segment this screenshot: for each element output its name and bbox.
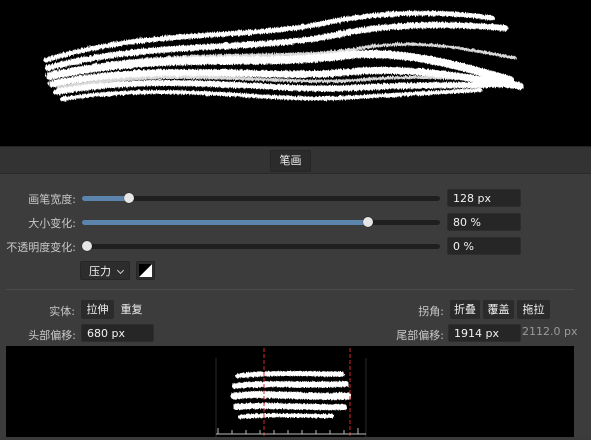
pressure-curve-icon: [139, 264, 152, 277]
body-repeat-button[interactable]: 重复: [116, 300, 147, 319]
width-slider-handle[interactable]: [124, 193, 134, 203]
section-divider: [6, 289, 574, 290]
tail-offset-label: 尾部偏移:: [396, 329, 444, 342]
body-label: 实体:: [49, 305, 75, 318]
controller-dropdown[interactable]: 压力: [80, 261, 130, 280]
tab-bar: 笔画: [0, 147, 591, 174]
tab-stroke[interactable]: 笔画: [270, 150, 311, 172]
body-stretch-button[interactable]: 拉伸: [81, 300, 114, 319]
brush-stroke-preview: [0, 0, 591, 147]
stroke-texture-editor-graphic: [215, 348, 367, 437]
pressure-curve-button[interactable]: [136, 261, 155, 280]
opacity-variance-field[interactable]: 0 %: [447, 237, 521, 255]
texture-ruler: [216, 428, 366, 435]
opacity-variance-slider-handle[interactable]: [82, 241, 92, 251]
brush-stroke-preview-graphic: [43, 10, 524, 101]
controller-dropdown-value: 压力: [89, 265, 111, 278]
head-offset-label: 头部偏移:: [28, 329, 76, 342]
corners-drag-button[interactable]: 拖拉: [517, 300, 550, 319]
stroke-texture-editor: [6, 346, 574, 437]
size-variance-slider-fill: [82, 220, 368, 225]
width-slider-fill: [82, 196, 129, 201]
size-variance-slider-handle[interactable]: [363, 217, 373, 227]
stroke-texture: [230, 371, 352, 419]
corners-fold-button[interactable]: 折叠: [450, 300, 480, 319]
opacity-variance-slider[interactable]: [82, 241, 440, 251]
width-label: 画笔宽度:: [28, 193, 76, 206]
chevron-down-icon: [116, 266, 125, 275]
corners-label: 拐角:: [418, 305, 444, 318]
tail-offset-field[interactable]: 1914 px: [448, 324, 521, 342]
size-variance-slider[interactable]: [82, 217, 440, 227]
opacity-variance-label: 不透明度变化:: [6, 241, 76, 254]
size-variance-field[interactable]: 80 %: [447, 213, 521, 231]
head-offset-field[interactable]: 680 px: [81, 324, 154, 342]
width-slider[interactable]: [82, 193, 440, 203]
size-variance-label: 大小变化:: [28, 217, 76, 230]
width-field[interactable]: 128 px: [447, 189, 521, 207]
total-length-readout: 2112.0 px: [522, 325, 578, 338]
corners-overlap-button[interactable]: 覆盖: [483, 300, 514, 319]
